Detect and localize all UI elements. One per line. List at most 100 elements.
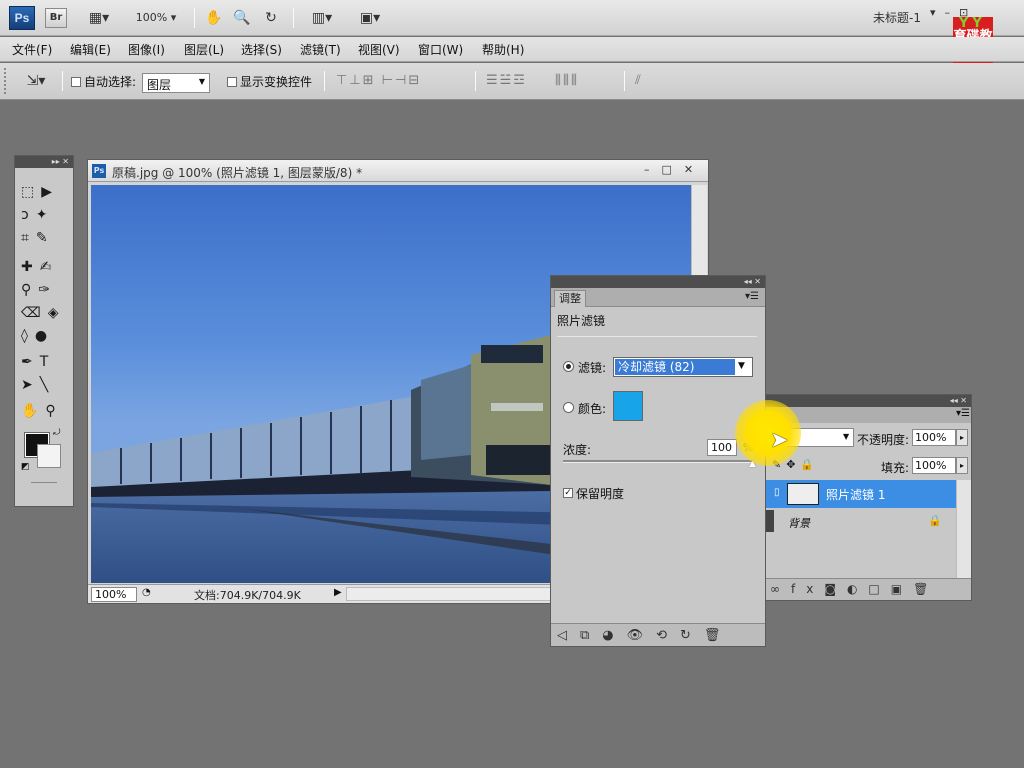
ps-doc-icon: Ps [92, 164, 106, 178]
document-window-controls[interactable]: –□✕ [644, 163, 705, 176]
layers-panel-menu-icon[interactable]: ▾☰ [956, 408, 970, 419]
menu-help[interactable]: 帮助(H) [482, 41, 524, 58]
adjustments-panel-menu-icon[interactable]: ▾☰ [745, 291, 759, 302]
hand-tool-icon[interactable]: ✋ [203, 8, 225, 28]
options-grip[interactable] [4, 68, 8, 94]
menu-image[interactable]: 图像(I) [128, 41, 165, 58]
layer-link-icon: ▯ [774, 487, 780, 498]
tools-panel-header[interactable]: ▸▸ ✕ [15, 156, 73, 168]
bridge-button[interactable]: Br [45, 8, 67, 28]
crop-eyedropper-tools[interactable]: ⌗✎ [21, 228, 67, 248]
active-document-name[interactable]: 未标题-1 [873, 9, 921, 26]
layer-mask-thumbnail[interactable] [787, 483, 819, 505]
layers-bottom-bar: ∞fx◙◐□▣🗑 [766, 578, 971, 600]
menu-filter[interactable]: 滤镜(T) [300, 41, 341, 58]
status-arrow-icon[interactable]: ▶ [334, 587, 342, 598]
layer-row-photo-filter[interactable]: ▯ 照片滤镜 1 [766, 480, 956, 508]
document-zoom-field[interactable]: 100% [91, 587, 137, 602]
menu-edit[interactable]: 编辑(E) [70, 41, 111, 58]
zoom-tool-icon[interactable]: 🔍 [231, 8, 253, 28]
filter-label: 滤镜: [578, 361, 607, 375]
align-buttons-icon[interactable]: ⊤⊥⊞ ⊢⊣⊟ [336, 73, 421, 88]
document-size-status: 文档:704.9K/704.9K [194, 589, 301, 602]
tab-adjustments[interactable]: 调整 [554, 290, 586, 307]
swap-colors-icon[interactable]: ⤾ [53, 428, 61, 438]
marquee-move-tools[interactable]: ⬚▶ [21, 182, 67, 202]
move-tool-preset-icon[interactable]: ⇲▾ [18, 71, 54, 91]
mouse-pointer-icon: ➤ [770, 428, 789, 453]
photoshop-logo[interactable]: Ps [9, 6, 35, 30]
document-title: 原稿.jpg @ 100% (照片滤镜 1, 图层蒙版/8) * [112, 166, 363, 180]
menu-layer[interactable]: 图层(L) [184, 41, 224, 58]
education-logo-top: YY [959, 16, 986, 31]
background-color[interactable] [37, 444, 61, 468]
adjustments-panel-header[interactable]: ◂◂ ✕ [551, 276, 765, 288]
chevron-down-icon: ▼ [738, 361, 745, 371]
layers-action-icons[interactable]: ∞fx◙◐□▣🗑 [770, 582, 939, 596]
density-field[interactable]: 100 [707, 439, 737, 456]
zoom-level-dropdown[interactable]: 100% ▾ [128, 8, 184, 28]
adjustments-tab-strip: 调整 [551, 288, 765, 307]
separator [194, 8, 195, 28]
distribute-vertical-icon[interactable]: ☰☱☲ [486, 73, 527, 88]
menu-window[interactable]: 窗口(W) [418, 41, 463, 58]
lasso-wand-tools[interactable]: ↄ✦ [21, 205, 67, 225]
color-label: 颜色: [578, 402, 607, 416]
cursor-highlight [735, 400, 801, 466]
blur-dodge-tools[interactable]: ◊● [21, 326, 67, 346]
hand-zoom-tools[interactable]: ✋⚲ [21, 401, 67, 421]
rotate-view-icon[interactable]: ↻ [259, 8, 283, 28]
tools-panel: ▸▸ ✕ ⬚▶ ↄ✦ ⌗✎ ✚✍ ⚲✑ ⌫◈ ◊● ✒T ➤╲ ✋⚲ ◩ ⤾ [14, 155, 74, 507]
layer-row-background[interactable]: 背景 🔒 [766, 508, 956, 536]
path-shape-tools[interactable]: ➤╲ [21, 375, 67, 395]
adjustments-action-icons[interactable]: ◁⧉◕👁⟲↻🗑 [557, 628, 733, 643]
menu-view[interactable]: 视图(V) [358, 41, 400, 58]
color-radio[interactable] [563, 402, 574, 413]
preserve-luminosity-label: 保留明度 [576, 487, 625, 501]
layer-name: 照片滤镜 1 [826, 488, 886, 502]
filter-radio[interactable] [563, 361, 574, 372]
show-transform-checkbox[interactable] [227, 77, 237, 87]
background-thumbnail [766, 510, 774, 532]
pen-type-tools[interactable]: ✒T [21, 352, 67, 372]
fill-label: 填充: [881, 461, 910, 475]
adjustment-title: 照片滤镜 [557, 314, 606, 328]
view-extras-icon[interactable]: ▦▾ [84, 8, 114, 28]
opacity-label: 不透明度: [857, 433, 910, 447]
adjustments-bottom-bar: ◁⧉◕👁⟲↻🗑 [551, 623, 765, 646]
separator [624, 71, 625, 91]
filter-dropdown[interactable]: 冷却滤镜 (82) ▼ [613, 357, 753, 377]
density-label: 浓度: [563, 443, 592, 457]
separator [293, 8, 294, 28]
show-transform-label: 显示变换控件 [240, 75, 313, 89]
fill-arrow-icon[interactable]: ▸ [956, 457, 968, 474]
menu-file[interactable]: 文件(F) [12, 41, 52, 58]
auto-select-checkbox[interactable] [71, 77, 81, 87]
fill-field[interactable]: 100% [912, 457, 956, 474]
divider [557, 336, 757, 337]
default-colors-icon[interactable]: ◩ [21, 462, 30, 472]
preserve-luminosity-checkbox[interactable]: ✓ [563, 488, 573, 498]
separator [62, 71, 63, 91]
auto-select-value: 图层 [147, 78, 172, 92]
adjustments-panel: ◂◂ ✕ 调整 ▾☰ 照片滤镜 滤镜: 冷却滤镜 (82) ▼ 颜色: 浓度: … [550, 275, 766, 647]
quick-mask-divider [31, 482, 57, 483]
opacity-arrow-icon[interactable]: ▸ [956, 429, 968, 446]
menu-select[interactable]: 选择(S) [241, 41, 282, 58]
opacity-field[interactable]: 100% [912, 429, 956, 446]
auto-align-icon[interactable]: ⫽ [635, 73, 643, 88]
eraser-bucket-tools[interactable]: ⌫◈ [21, 303, 67, 323]
filter-color-swatch[interactable] [613, 391, 643, 421]
arrange-documents-icon[interactable]: ▥▾ [304, 8, 340, 28]
density-slider[interactable] [563, 460, 753, 463]
heal-brush-tools[interactable]: ✚✍ [21, 257, 67, 277]
screen-mode-icon[interactable]: ▣▾ [352, 8, 388, 28]
layers-panel-header[interactable]: ◂◂ ✕ [766, 395, 971, 407]
auto-select-dropdown[interactable]: 图层 [142, 73, 210, 93]
layers-scrollbar[interactable] [956, 480, 971, 580]
status-menu-icon[interactable]: ◔ [142, 587, 151, 598]
layer-lock-icon: 🔒 [928, 514, 942, 527]
document-titlebar[interactable]: Ps 原稿.jpg @ 100% (照片滤镜 1, 图层蒙版/8) * –□✕ [88, 160, 708, 182]
distribute-horizontal-icon[interactable]: ⫼⫼⫼ [555, 73, 579, 88]
stamp-history-tools[interactable]: ⚲✑ [21, 280, 67, 300]
